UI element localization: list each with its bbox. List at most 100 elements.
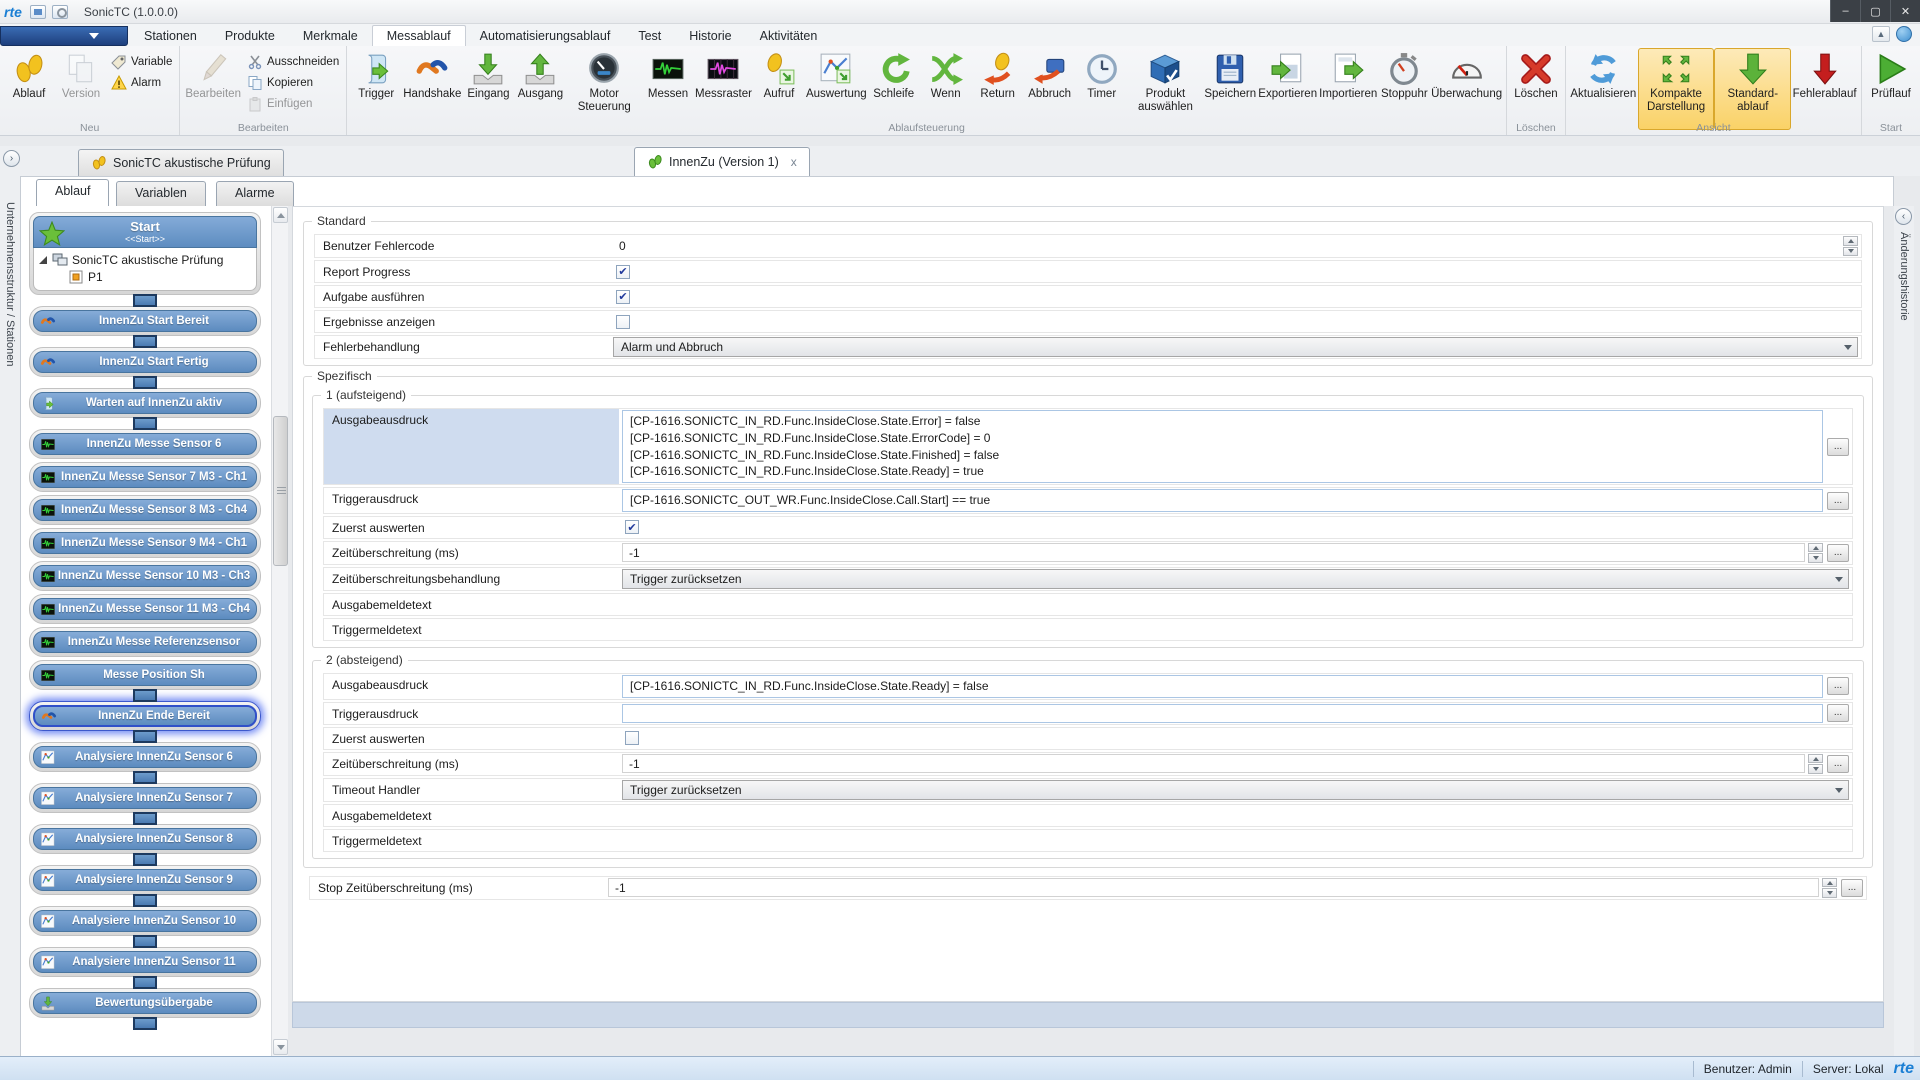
schleife-button[interactable]: Schleife xyxy=(868,48,920,130)
s1-ausgabeausdruck-input[interactable]: [CP-1616.SONICTC_IN_RD.Func.InsideClose.… xyxy=(622,410,1823,483)
produkt-auswaehlen-button[interactable]: Produkt auswählen xyxy=(1128,48,1204,130)
s1-timeout-input[interactable]: -1 xyxy=(622,543,1805,562)
flow-node[interactable]: Analysiere InnenZu Sensor 7 xyxy=(29,783,261,813)
scroll-up-icon[interactable] xyxy=(273,207,288,223)
flow-node[interactable]: InnenZu Messe Sensor 10 M3 - Ch3 xyxy=(29,561,261,591)
right-panel-strip[interactable]: Änderungshistorie xyxy=(1894,206,1914,1056)
tab-aktivitaeten[interactable]: Aktivitäten xyxy=(746,26,832,46)
minimize-button[interactable]: – xyxy=(1830,0,1860,22)
quick-access-icon-2[interactable] xyxy=(52,5,68,19)
flow-connector[interactable] xyxy=(133,935,157,948)
bottom-collapsed-panel[interactable] xyxy=(292,1002,1884,1028)
subtab-variablen[interactable]: Variablen xyxy=(116,181,206,206)
flow-node[interactable]: Messe Position Sh xyxy=(29,660,261,690)
s1-triggermeldetext-input[interactable] xyxy=(619,619,1852,640)
maximize-button[interactable]: ▢ xyxy=(1860,0,1890,22)
collapse-right-panel-button[interactable]: ‹ xyxy=(1895,208,1912,225)
doc-tab-sonictc[interactable]: SonicTC akustische Prüfung xyxy=(78,149,284,176)
scrollbar-thumb[interactable] xyxy=(273,416,288,566)
flow-node[interactable]: Analysiere InnenZu Sensor 6 xyxy=(29,742,261,772)
trigger-button[interactable]: Trigger xyxy=(350,48,402,130)
s2-timeout-handler-select[interactable]: Trigger zurücksetzen xyxy=(622,780,1849,800)
abbruch-button[interactable]: Abbruch xyxy=(1024,48,1076,130)
kompakte-darstellung-button[interactable]: Kompakte Darstellung xyxy=(1638,48,1715,130)
tree-expander-icon[interactable] xyxy=(39,256,47,264)
flow-node-selected[interactable]: InnenZu Ende Bereit xyxy=(29,701,261,731)
flow-node[interactable]: InnenZu Messe Sensor 8 M3 - Ch4 xyxy=(29,495,261,525)
s1-zuerst-checkbox[interactable]: ✔ xyxy=(625,520,639,534)
flow-connector[interactable] xyxy=(133,335,157,348)
flow-connector[interactable] xyxy=(133,812,157,825)
flow-node[interactable]: InnenZu Messe Sensor 11 M3 - Ch4 xyxy=(29,594,261,624)
close-tab-icon[interactable]: x xyxy=(791,155,797,169)
tab-stationen[interactable]: Stationen xyxy=(130,26,211,46)
tree-item-station[interactable]: SonicTC akustische Prüfung xyxy=(38,251,252,268)
einfuegen-button[interactable]: Einfügen xyxy=(243,94,343,113)
subtab-alarme[interactable]: Alarme xyxy=(216,181,294,206)
stop-timeout-input[interactable]: -1 xyxy=(608,878,1819,897)
flow-node[interactable]: Analysiere InnenZu Sensor 8 xyxy=(29,824,261,854)
aufgabe-checkbox[interactable]: ✔ xyxy=(616,290,630,304)
loeschen-button[interactable]: Löschen xyxy=(1510,48,1562,130)
flow-connector[interactable] xyxy=(133,376,157,389)
flow-node[interactable]: Analysiere InnenZu Sensor 11 xyxy=(29,947,261,977)
ergebnisse-checkbox[interactable] xyxy=(616,315,630,329)
flow-connector[interactable] xyxy=(133,853,157,866)
standard-ablauf-button[interactable]: Standard- ablauf xyxy=(1714,48,1791,130)
flow-node[interactable]: Analysiere InnenZu Sensor 9 xyxy=(29,865,261,895)
flow-connector[interactable] xyxy=(133,730,157,743)
tab-messablauf[interactable]: Messablauf xyxy=(372,25,466,46)
s2-triggerausdruck-more-button[interactable]: ... xyxy=(1827,704,1849,722)
stop-timeout-more-button[interactable]: ... xyxy=(1841,879,1863,897)
collapse-left-panel-button[interactable]: › xyxy=(3,150,20,167)
collapse-ribbon-icon[interactable]: ▲ xyxy=(1872,26,1890,42)
fehlerbehandlung-select[interactable]: Alarm und Abbruch xyxy=(613,337,1858,357)
s2-zuerst-checkbox[interactable] xyxy=(625,731,639,745)
tab-automatisierungsablauf[interactable]: Automatisierungsablauf xyxy=(466,26,625,46)
tab-produkte[interactable]: Produkte xyxy=(211,26,289,46)
s2-timeout-more-button[interactable]: ... xyxy=(1827,755,1849,773)
s2-triggerausdruck-input[interactable] xyxy=(622,704,1823,723)
motor-steuerung-button[interactable]: Motor Steuerung xyxy=(566,48,642,130)
speichern-button[interactable]: Speichern xyxy=(1203,48,1257,130)
version-button[interactable]: Version xyxy=(55,48,107,130)
flow-connector[interactable] xyxy=(133,294,157,307)
s1-triggerausdruck-input[interactable]: [CP-1616.SONICTC_OUT_WR.Func.InsideClose… xyxy=(622,489,1823,512)
flow-node[interactable]: Bewertungsübergabe xyxy=(29,988,261,1018)
app-menu-button[interactable] xyxy=(0,26,128,46)
flow-node[interactable]: Warten auf InnenZu aktiv xyxy=(29,388,261,418)
flow-connector[interactable] xyxy=(133,689,157,702)
tree-item-product[interactable]: P1 xyxy=(38,268,252,285)
fehlerablauf-button[interactable]: Fehlerablauf xyxy=(1791,48,1858,130)
flow-node[interactable]: InnenZu Messe Sensor 6 xyxy=(29,429,261,459)
messraster-button[interactable]: Messraster xyxy=(694,48,753,130)
tab-merkmale[interactable]: Merkmale xyxy=(289,26,372,46)
fehlercode-input[interactable]: 0 xyxy=(613,237,1840,256)
flow-connector[interactable] xyxy=(133,417,157,430)
s1-timeout-handler-select[interactable]: Trigger zurücksetzen xyxy=(622,569,1849,589)
tab-historie[interactable]: Historie xyxy=(675,26,745,46)
ablauf-button[interactable]: Ablauf xyxy=(3,48,55,130)
flow-node[interactable]: InnenZu Start Fertig xyxy=(29,347,261,377)
flow-scrollbar[interactable] xyxy=(271,206,288,1056)
ausschneiden-button[interactable]: Ausschneiden xyxy=(243,52,343,71)
stop-timeout-spinner[interactable] xyxy=(1822,878,1837,898)
ausgang-button[interactable]: Ausgang xyxy=(514,48,566,130)
importieren-button[interactable]: Importieren xyxy=(1318,48,1378,130)
s2-ausgabemeldetext-input[interactable] xyxy=(619,805,1852,826)
s1-triggerausdruck-more-button[interactable]: ... xyxy=(1827,492,1849,510)
subtab-ablauf[interactable]: Ablauf xyxy=(36,179,109,206)
doc-tab-innenzu[interactable]: InnenZu (Version 1) x xyxy=(634,147,810,176)
flow-node[interactable]: InnenZu Messe Sensor 7 M3 - Ch1 xyxy=(29,462,261,492)
flow-start-node[interactable]: Start <<Start>> SonicTC akustische Prüfu… xyxy=(29,212,261,295)
report-progress-checkbox[interactable]: ✔ xyxy=(616,265,630,279)
eingang-button[interactable]: Eingang xyxy=(462,48,514,130)
fehlercode-spinner[interactable] xyxy=(1843,236,1858,256)
s2-ausgabeausdruck-more-button[interactable]: ... xyxy=(1827,677,1849,695)
aufruf-button[interactable]: Aufruf xyxy=(753,48,805,130)
s2-ausgabeausdruck-input[interactable]: [CP-1616.SONICTC_IN_RD.Func.InsideClose.… xyxy=(622,675,1823,698)
timer-button[interactable]: Timer xyxy=(1076,48,1128,130)
tab-test[interactable]: Test xyxy=(624,26,675,46)
kopieren-button[interactable]: Kopieren xyxy=(243,73,343,92)
left-panel-strip[interactable]: Unternehmensstruktur / Stationen xyxy=(0,176,20,1056)
